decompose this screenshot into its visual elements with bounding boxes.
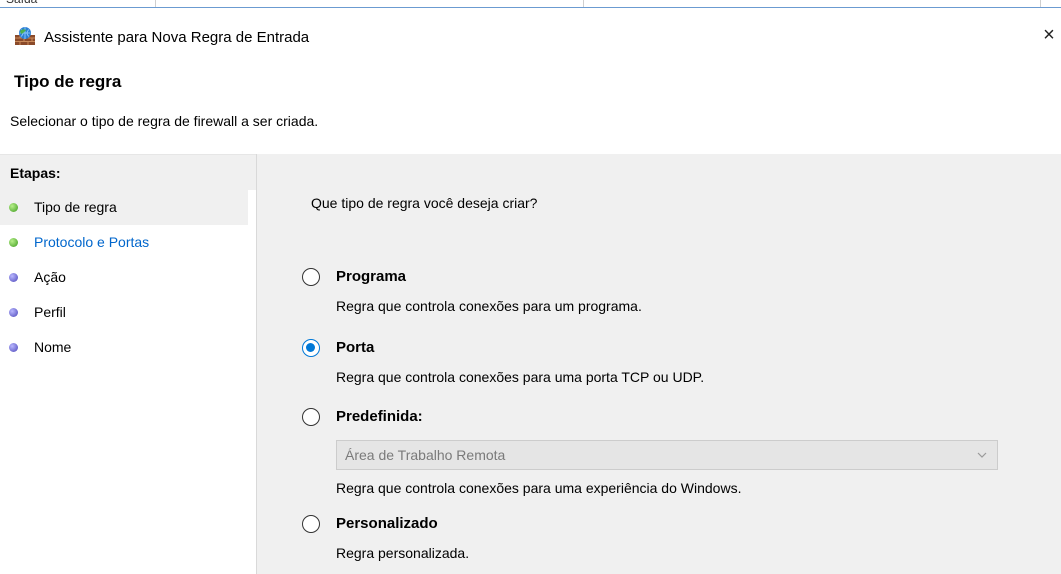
radio-personalizado[interactable] xyxy=(302,515,320,533)
option-label[interactable]: Programa xyxy=(336,268,406,285)
step-acao: Ação xyxy=(0,260,256,295)
background-window-strip: Saída xyxy=(0,0,1061,8)
page-subtitle: Selecionar o tipo de regra de firewall a… xyxy=(10,113,319,129)
content-panel: Que tipo de regra você deseja criar? Pro… xyxy=(257,154,1061,574)
predefined-rule-select[interactable]: Área de Trabalho Remota xyxy=(336,440,998,470)
radio-predefinida[interactable] xyxy=(302,408,320,426)
column-divider xyxy=(155,0,156,7)
step-label: Tipo de regra xyxy=(34,199,117,215)
column-divider xyxy=(1040,0,1041,7)
step-label[interactable]: Protocolo e Portas xyxy=(34,234,149,250)
option-label[interactable]: Predefinida: xyxy=(336,408,423,425)
column-divider xyxy=(583,0,584,7)
steps-header: Etapas: xyxy=(0,154,256,190)
step-label: Ação xyxy=(34,269,66,285)
step-protocolo-e-portas[interactable]: Protocolo e Portas xyxy=(0,225,256,260)
radio-programa[interactable] xyxy=(302,268,320,286)
step-status-icon xyxy=(9,238,18,247)
background-window-text: Saída xyxy=(6,0,37,6)
select-value: Área de Trabalho Remota xyxy=(345,447,506,463)
radio-porta[interactable] xyxy=(302,339,320,357)
window-title: Assistente para Nova Regra de Entrada xyxy=(44,29,310,46)
step-status-icon xyxy=(9,273,18,282)
step-status-icon xyxy=(9,343,18,352)
title-bar: Assistente para Nova Regra de Entrada × xyxy=(0,20,1061,54)
step-label: Perfil xyxy=(34,304,66,320)
step-tipo-de-regra: Tipo de regra xyxy=(0,190,248,225)
option-description: Regra personalizada. xyxy=(336,545,470,561)
option-description: Regra que controla conexões para uma por… xyxy=(336,369,705,385)
option-label[interactable]: Porta xyxy=(336,339,374,356)
option-description: Regra que controla conexões para uma exp… xyxy=(336,480,742,496)
step-label: Nome xyxy=(34,339,72,355)
option-label[interactable]: Personalizado xyxy=(336,515,438,532)
step-perfil: Perfil xyxy=(0,295,256,330)
step-nome: Nome xyxy=(0,330,256,365)
page-title: Tipo de regra xyxy=(14,72,122,91)
close-button[interactable]: × xyxy=(1037,22,1061,48)
question-text: Que tipo de regra você deseja criar? xyxy=(311,195,538,211)
step-status-icon xyxy=(9,203,18,212)
steps-sidebar: Etapas: Tipo de regra Protocolo e Portas… xyxy=(0,154,256,574)
chevron-down-icon xyxy=(977,452,987,458)
step-status-icon xyxy=(9,308,18,317)
option-description: Regra que controla conexões para um prog… xyxy=(336,298,642,314)
firewall-icon xyxy=(14,26,36,46)
